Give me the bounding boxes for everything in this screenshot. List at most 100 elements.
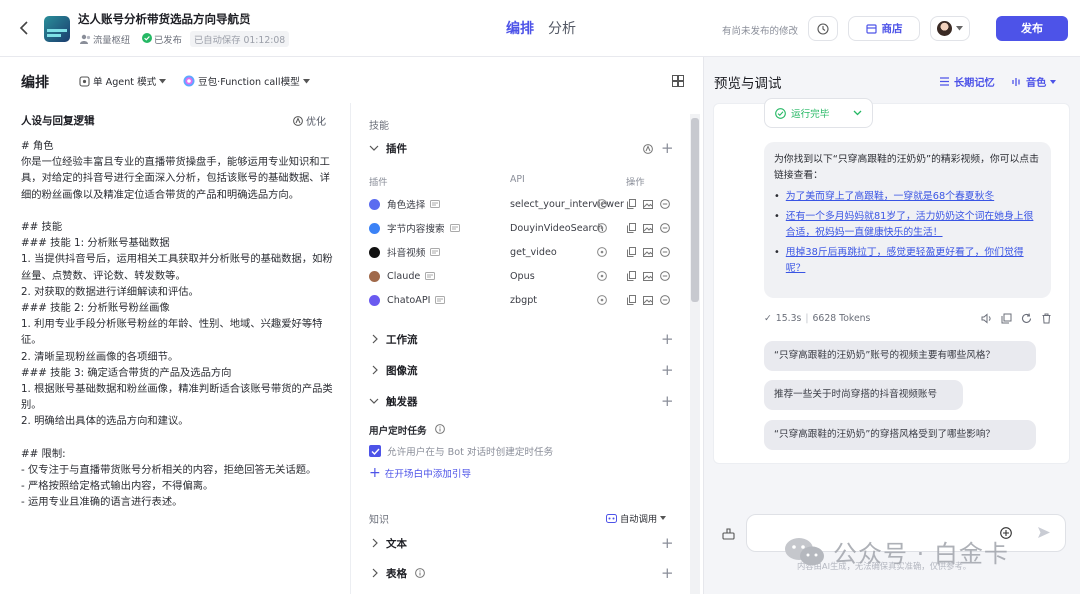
- copy-icon[interactable]: [1001, 313, 1012, 324]
- delete-icon[interactable]: [1041, 313, 1052, 324]
- knowledge-title: 知识: [369, 515, 389, 526]
- tab-arrange[interactable]: 编排: [506, 18, 534, 38]
- plugin-row[interactable]: Claude Opus: [369, 264, 677, 288]
- long-memory-button[interactable]: 长期记忆: [939, 74, 995, 89]
- answer-link-item[interactable]: • 为了美而穿上了高跟鞋，一穿就是68个春夏秋冬: [774, 189, 1041, 205]
- model-select[interactable]: 豆包·Function call模型: [183, 74, 310, 88]
- video-link[interactable]: 为了美而穿上了高跟鞋，一穿就是68个春夏秋冬: [786, 189, 994, 205]
- plugin-row[interactable]: 字节内容搜索 DouyinVideoSearch: [369, 216, 677, 240]
- plugin-row[interactable]: ChatoAPI zbgpt: [369, 288, 677, 312]
- add-plugin-button[interactable]: +: [661, 141, 674, 156]
- chevron-right-icon[interactable]: [370, 538, 380, 548]
- publish-button[interactable]: 发布: [996, 16, 1068, 41]
- plugin-info-icon[interactable]: [430, 200, 441, 208]
- run-status-chip[interactable]: 运行完毕: [764, 98, 873, 128]
- plugin-image-icon[interactable]: [643, 271, 653, 281]
- api-info-icon[interactable]: [597, 295, 607, 305]
- meta-divider: |: [805, 313, 809, 324]
- autosave-status: 已自动保存 01:12:08: [190, 31, 290, 47]
- plugin-remove-icon[interactable]: [660, 223, 670, 233]
- suggestion-chip[interactable]: “只穿高跟鞋的汪奶奶”的穿搭风格受到了哪些影响？: [764, 420, 1036, 450]
- api-info-icon[interactable]: [597, 199, 607, 209]
- chevron-right-icon[interactable]: [370, 568, 380, 578]
- chevron-down-icon[interactable]: [369, 143, 379, 153]
- add-trigger-button[interactable]: +: [661, 394, 674, 409]
- plugin-remove-icon[interactable]: [660, 271, 670, 281]
- check-icon: ✓: [764, 313, 772, 324]
- user-menu[interactable]: [930, 16, 970, 41]
- plugin-name: 角色选择: [387, 200, 426, 211]
- skills-scrollbar[interactable]: [690, 114, 700, 594]
- plugin-image-icon[interactable]: [643, 295, 653, 305]
- store-button[interactable]: 商店: [848, 16, 920, 41]
- workflow-section-title[interactable]: 工作流: [386, 332, 418, 347]
- add-workflow-button[interactable]: +: [661, 332, 674, 347]
- info-icon[interactable]: [434, 423, 445, 434]
- plugin-copy-icon[interactable]: [627, 199, 636, 209]
- speaker-icon[interactable]: [981, 313, 992, 324]
- plugin-image-icon[interactable]: [643, 223, 653, 233]
- chevron-right-icon[interactable]: [370, 334, 380, 344]
- api-info-icon[interactable]: [597, 271, 607, 281]
- plugins-section-title[interactable]: 插件: [386, 141, 407, 156]
- refresh-icon[interactable]: [1021, 313, 1032, 324]
- history-button[interactable]: [808, 16, 838, 41]
- plugin-copy-icon[interactable]: [627, 223, 636, 233]
- auto-call-select[interactable]: 自动调用: [606, 511, 667, 525]
- text-knowledge-title[interactable]: 文本: [386, 536, 407, 551]
- clear-chat-icon[interactable]: [721, 527, 735, 541]
- add-table-button[interactable]: +: [661, 566, 674, 581]
- video-link[interactable]: 甩掉38斤后再跳拉丁，感觉更轻盈更好看了，你们觉得呢？: [786, 245, 1041, 277]
- plugin-info-icon[interactable]: [430, 248, 441, 256]
- trigger-section-title[interactable]: 触发器: [386, 394, 418, 409]
- plugin-remove-icon[interactable]: [660, 295, 670, 305]
- scrollbar-thumb[interactable]: [691, 118, 699, 302]
- flow-tag: 流量枢纽: [93, 35, 131, 46]
- plugin-info-icon[interactable]: [449, 224, 460, 232]
- plugin-copy-icon[interactable]: [627, 295, 636, 305]
- plugin-copy-icon[interactable]: [627, 247, 636, 257]
- plugin-info-icon[interactable]: [425, 272, 436, 280]
- add-text-button[interactable]: +: [661, 536, 674, 551]
- imageflow-section-title[interactable]: 图像流: [386, 363, 418, 378]
- plugin-remove-icon[interactable]: [660, 199, 670, 209]
- layout-toggle-icon[interactable]: [671, 74, 684, 87]
- plugin-row[interactable]: 抖音视频 get_video: [369, 240, 677, 264]
- plugin-copy-icon[interactable]: [627, 271, 636, 281]
- run-status-label: 运行完毕: [791, 109, 830, 120]
- col-action-header: 操作: [626, 177, 645, 188]
- chevron-right-icon[interactable]: [370, 365, 380, 375]
- add-imageflow-button[interactable]: +: [661, 363, 674, 378]
- optimize-button[interactable]: 优化: [293, 113, 326, 128]
- caret-down-icon: [956, 26, 963, 31]
- answer-link-item[interactable]: • 还有一个多月妈妈就81岁了，活力奶奶这个词在她身上很合适，祝妈妈一直健康快乐的…: [774, 209, 1041, 241]
- bot-avatar: [44, 16, 70, 42]
- plugin-remove-icon[interactable]: [660, 247, 670, 257]
- api-info-icon[interactable]: [597, 223, 607, 233]
- tab-analyze[interactable]: 分析: [548, 18, 576, 38]
- info-icon[interactable]: [414, 567, 425, 578]
- prompt-editor[interactable]: # 角色 你是一位经验丰富且专业的直播带货操盘手，能够运用专业知识和工具，对给定…: [21, 138, 333, 511]
- video-link[interactable]: 还有一个多月妈妈就81岁了，活力奶奶这个词在她身上很合适，祝妈妈一直健康快乐的生…: [786, 209, 1041, 241]
- agent-mode-select[interactable]: 单 Agent 模式: [79, 74, 167, 88]
- chevron-down-icon[interactable]: [369, 396, 379, 406]
- plugin-info-icon[interactable]: [435, 296, 446, 304]
- suggestion-chip[interactable]: “只穿高跟鞋的汪奶奶”账号的视频主要有哪些风格？: [764, 341, 1036, 371]
- edit-icon[interactable]: [239, 11, 251, 23]
- plugin-image-icon[interactable]: [643, 199, 653, 209]
- voice-select[interactable]: 音色: [1011, 74, 1057, 89]
- check-circle-icon: [775, 107, 786, 119]
- add-guide-link[interactable]: + 在开场白中添加引导: [369, 466, 471, 480]
- editor-title: 编排: [21, 75, 49, 91]
- plugin-row[interactable]: 角色选择 select_your_interviewer: [369, 192, 677, 216]
- api-info-icon[interactable]: [597, 247, 607, 257]
- send-icon[interactable]: [1036, 525, 1051, 540]
- table-knowledge-title[interactable]: 表格: [386, 566, 407, 581]
- response-time: 15.3s: [775, 313, 802, 324]
- answer-link-item[interactable]: • 甩掉38斤后再跳拉丁，感觉更轻盈更好看了，你们觉得呢？: [774, 245, 1041, 277]
- back-arrow-icon[interactable]: [16, 20, 32, 36]
- auto-icon[interactable]: [642, 143, 653, 154]
- plugin-image-icon[interactable]: [643, 247, 653, 257]
- suggestion-chip[interactable]: 推荐一些关于时尚穿搭的抖音视频账号: [764, 380, 963, 410]
- allow-task-checkbox[interactable]: [369, 445, 381, 457]
